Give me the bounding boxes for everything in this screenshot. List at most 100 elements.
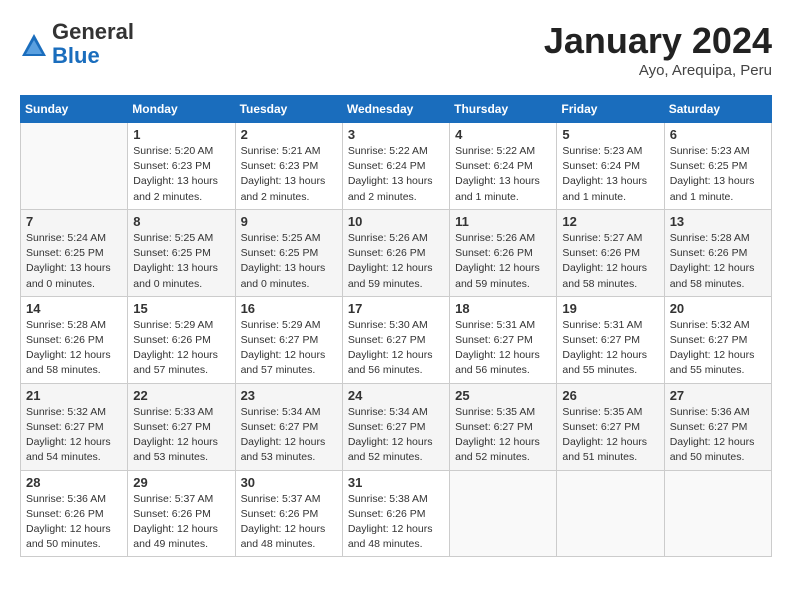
day-info: Sunrise: 5:37 AM Sunset: 6:26 PM Dayligh… [241, 492, 337, 553]
day-number: 28 [26, 475, 122, 490]
day-number: 30 [241, 475, 337, 490]
day-info: Sunrise: 5:27 AM Sunset: 6:26 PM Dayligh… [562, 231, 658, 292]
calendar-cell [557, 470, 664, 557]
day-number: 5 [562, 127, 658, 142]
day-info: Sunrise: 5:30 AM Sunset: 6:27 PM Dayligh… [348, 318, 444, 379]
day-number: 15 [133, 301, 229, 316]
day-number: 8 [133, 214, 229, 229]
calendar-table: SundayMondayTuesdayWednesdayThursdayFrid… [20, 95, 772, 557]
day-info: Sunrise: 5:31 AM Sunset: 6:27 PM Dayligh… [455, 318, 551, 379]
day-info: Sunrise: 5:37 AM Sunset: 6:26 PM Dayligh… [133, 492, 229, 553]
calendar-cell: 28 Sunrise: 5:36 AM Sunset: 6:26 PM Dayli… [21, 470, 128, 557]
column-header-sunday: Sunday [21, 96, 128, 123]
day-number: 23 [241, 388, 337, 403]
day-info: Sunrise: 5:29 AM Sunset: 6:27 PM Dayligh… [241, 318, 337, 379]
calendar-cell: 25 Sunrise: 5:35 AM Sunset: 6:27 PM Dayli… [450, 383, 557, 470]
day-number: 10 [348, 214, 444, 229]
logo: General Blue [20, 20, 134, 68]
calendar-cell: 5 Sunrise: 5:23 AM Sunset: 6:24 PM Daylig… [557, 123, 664, 210]
day-number: 12 [562, 214, 658, 229]
column-header-wednesday: Wednesday [342, 96, 449, 123]
calendar-cell: 2 Sunrise: 5:21 AM Sunset: 6:23 PM Daylig… [235, 123, 342, 210]
month-title: January 2024 [544, 20, 772, 62]
calendar-cell: 1 Sunrise: 5:20 AM Sunset: 6:23 PM Daylig… [128, 123, 235, 210]
day-info: Sunrise: 5:36 AM Sunset: 6:26 PM Dayligh… [26, 492, 122, 553]
calendar-cell: 21Sunrise: 5:32 AM Sunset: 6:27 PM Dayli… [21, 383, 128, 470]
day-number: 9 [241, 214, 337, 229]
day-number: 27 [670, 388, 766, 403]
day-number: 20 [670, 301, 766, 316]
column-header-friday: Friday [557, 96, 664, 123]
day-info: Sunrise: 5:21 AM Sunset: 6:23 PM Dayligh… [241, 144, 337, 205]
calendar-cell: 12 Sunrise: 5:27 AM Sunset: 6:26 PM Dayli… [557, 209, 664, 296]
calendar-cell: 29 Sunrise: 5:37 AM Sunset: 6:26 PM Dayli… [128, 470, 235, 557]
day-info: Sunrise: 5:23 AM Sunset: 6:25 PM Dayligh… [670, 144, 766, 205]
calendar-cell: 16 Sunrise: 5:29 AM Sunset: 6:27 PM Dayli… [235, 296, 342, 383]
day-info: Sunrise: 5:36 AM Sunset: 6:27 PM Dayligh… [670, 405, 766, 466]
logo-text: General Blue [52, 20, 134, 68]
calendar-cell: 26 Sunrise: 5:35 AM Sunset: 6:27 PM Dayli… [557, 383, 664, 470]
calendar-cell [21, 123, 128, 210]
calendar-cell: 31 Sunrise: 5:38 AM Sunset: 6:26 PM Dayli… [342, 470, 449, 557]
calendar-week-row: 1 Sunrise: 5:20 AM Sunset: 6:23 PM Daylig… [21, 123, 772, 210]
day-number: 16 [241, 301, 337, 316]
day-number: 17 [348, 301, 444, 316]
day-number: 14 [26, 301, 122, 316]
day-number: 25 [455, 388, 551, 403]
day-info: Sunrise: 5:20 AM Sunset: 6:23 PM Dayligh… [133, 144, 229, 205]
day-number: 24 [348, 388, 444, 403]
calendar-week-row: 7Sunrise: 5:24 AM Sunset: 6:25 PM Daylig… [21, 209, 772, 296]
day-info: Sunrise: 5:23 AM Sunset: 6:24 PM Dayligh… [562, 144, 658, 205]
day-number: 22 [133, 388, 229, 403]
calendar-header-row: SundayMondayTuesdayWednesdayThursdayFrid… [21, 96, 772, 123]
logo-general: General [52, 20, 134, 44]
calendar-cell [664, 470, 771, 557]
calendar-cell: 7Sunrise: 5:24 AM Sunset: 6:25 PM Daylig… [21, 209, 128, 296]
calendar-cell: 22 Sunrise: 5:33 AM Sunset: 6:27 PM Dayli… [128, 383, 235, 470]
day-number: 19 [562, 301, 658, 316]
day-number: 11 [455, 214, 551, 229]
calendar-cell: 27 Sunrise: 5:36 AM Sunset: 6:27 PM Dayli… [664, 383, 771, 470]
calendar-cell [450, 470, 557, 557]
day-number: 6 [670, 127, 766, 142]
column-header-monday: Monday [128, 96, 235, 123]
day-number: 4 [455, 127, 551, 142]
calendar-week-row: 21Sunrise: 5:32 AM Sunset: 6:27 PM Dayli… [21, 383, 772, 470]
calendar-cell: 10 Sunrise: 5:26 AM Sunset: 6:26 PM Dayli… [342, 209, 449, 296]
calendar-cell: 3Sunrise: 5:22 AM Sunset: 6:24 PM Daylig… [342, 123, 449, 210]
calendar-cell: 30 Sunrise: 5:37 AM Sunset: 6:26 PM Dayli… [235, 470, 342, 557]
day-info: Sunrise: 5:28 AM Sunset: 6:26 PM Dayligh… [26, 318, 122, 379]
location: Ayo, Arequipa, Peru [544, 62, 772, 79]
day-number: 31 [348, 475, 444, 490]
calendar-week-row: 28 Sunrise: 5:36 AM Sunset: 6:26 PM Dayli… [21, 470, 772, 557]
calendar-cell: 13 Sunrise: 5:28 AM Sunset: 6:26 PM Dayli… [664, 209, 771, 296]
calendar-cell: 9 Sunrise: 5:25 AM Sunset: 6:25 PM Daylig… [235, 209, 342, 296]
title-block: January 2024 Ayo, Arequipa, Peru [544, 20, 772, 79]
logo-blue: Blue [52, 44, 134, 68]
day-number: 3 [348, 127, 444, 142]
day-info: Sunrise: 5:26 AM Sunset: 6:26 PM Dayligh… [348, 231, 444, 292]
calendar-cell: 17 Sunrise: 5:30 AM Sunset: 6:27 PM Dayli… [342, 296, 449, 383]
day-info: Sunrise: 5:35 AM Sunset: 6:27 PM Dayligh… [562, 405, 658, 466]
day-info: Sunrise: 5:31 AM Sunset: 6:27 PM Dayligh… [562, 318, 658, 379]
calendar-week-row: 14 Sunrise: 5:28 AM Sunset: 6:26 PM Dayli… [21, 296, 772, 383]
calendar-cell: 24Sunrise: 5:34 AM Sunset: 6:27 PM Dayli… [342, 383, 449, 470]
day-number: 2 [241, 127, 337, 142]
day-info: Sunrise: 5:32 AM Sunset: 6:27 PM Dayligh… [670, 318, 766, 379]
day-info: Sunrise: 5:38 AM Sunset: 6:26 PM Dayligh… [348, 492, 444, 553]
day-info: Sunrise: 5:25 AM Sunset: 6:25 PM Dayligh… [241, 231, 337, 292]
calendar-cell: 6 Sunrise: 5:23 AM Sunset: 6:25 PM Daylig… [664, 123, 771, 210]
day-number: 13 [670, 214, 766, 229]
day-info: Sunrise: 5:22 AM Sunset: 6:24 PM Dayligh… [455, 144, 551, 205]
day-info: Sunrise: 5:29 AM Sunset: 6:26 PM Dayligh… [133, 318, 229, 379]
day-info: Sunrise: 5:35 AM Sunset: 6:27 PM Dayligh… [455, 405, 551, 466]
calendar-cell: 20 Sunrise: 5:32 AM Sunset: 6:27 PM Dayli… [664, 296, 771, 383]
day-info: Sunrise: 5:33 AM Sunset: 6:27 PM Dayligh… [133, 405, 229, 466]
day-number: 29 [133, 475, 229, 490]
day-number: 1 [133, 127, 229, 142]
day-info: Sunrise: 5:26 AM Sunset: 6:26 PM Dayligh… [455, 231, 551, 292]
day-number: 7 [26, 214, 122, 229]
day-number: 26 [562, 388, 658, 403]
day-info: Sunrise: 5:28 AM Sunset: 6:26 PM Dayligh… [670, 231, 766, 292]
calendar-cell: 14 Sunrise: 5:28 AM Sunset: 6:26 PM Dayli… [21, 296, 128, 383]
